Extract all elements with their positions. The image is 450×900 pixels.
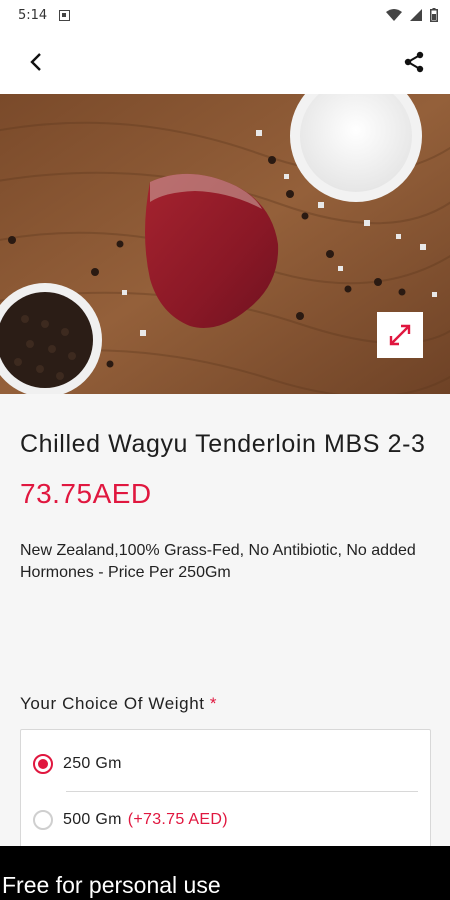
arrow-back-icon (30, 53, 41, 71)
share-button[interactable] (398, 46, 430, 78)
app-bar (0, 30, 450, 94)
status-bar: 5:14 (0, 0, 450, 30)
radio-selected[interactable] (33, 754, 53, 774)
product-price: 73.75AED (20, 478, 152, 509)
options-divider (66, 791, 418, 792)
back-button[interactable] (20, 46, 52, 78)
weight-option-label: 250 Gm (63, 755, 122, 772)
product-image[interactable] (0, 94, 450, 394)
product-title: Chilled Wagyu Tenderloin MBS 2-3 (20, 430, 426, 458)
required-mark: * (209, 694, 218, 713)
status-icons (386, 8, 438, 22)
weight-choice-label: Your Choice Of Weight * (20, 694, 217, 714)
expand-image-button[interactable] (377, 312, 423, 358)
radio-unselected[interactable] (33, 810, 53, 830)
signal-icon (410, 9, 422, 21)
product-description: New Zealand,100% Grass-Fed, No Antibioti… (20, 542, 416, 581)
watermark-text: Free for personal use (2, 872, 221, 898)
status-time: 5:14 (18, 7, 48, 23)
notification-icon (59, 9, 71, 21)
share-icon (404, 51, 424, 73)
weight-option-extra-price: (+73.75 AED) (127, 811, 228, 828)
product-details: Chilled Wagyu Tenderloin MBS 2-3 73.75AE… (20, 394, 430, 584)
weight-option-label: 500 Gm (63, 811, 122, 828)
weight-choice-title: Your Choice Of Weight (20, 694, 205, 713)
battery-icon (430, 8, 438, 22)
wifi-icon (386, 9, 402, 21)
weight-option-500[interactable]: 500 Gm (+73.75 AED) (33, 800, 418, 840)
expand-icon (389, 324, 411, 346)
weight-option-250[interactable]: 250 Gm (33, 744, 418, 784)
watermark-banner: Free for personal use (0, 846, 450, 900)
